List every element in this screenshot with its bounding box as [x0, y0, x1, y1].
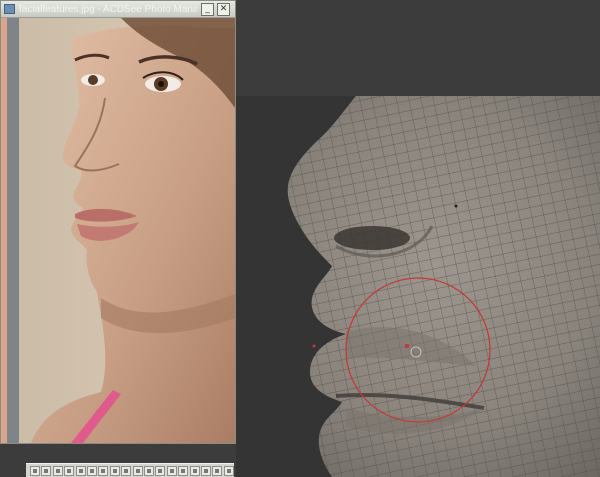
minimize-icon: _ — [205, 4, 210, 14]
tool-1-button[interactable] — [30, 466, 40, 476]
tool-4-button[interactable] — [64, 466, 75, 476]
close-icon: ✕ — [219, 4, 228, 14]
nostril-shadow — [334, 226, 410, 250]
tool-8-button[interactable] — [109, 466, 120, 476]
tool-6-button[interactable] — [87, 466, 97, 476]
tool-5-button[interactable] — [75, 466, 86, 476]
tool-15-button[interactable] — [189, 466, 200, 476]
tool-3-button[interactable] — [52, 466, 63, 476]
tool-11-button[interactable] — [144, 466, 154, 476]
window-title: facialfeatures.jpg - ACDSee Photo Mana..… — [19, 4, 197, 15]
tool-17-button[interactable] — [212, 466, 223, 476]
tool-12-button[interactable] — [155, 466, 166, 476]
app-icon — [4, 4, 15, 14]
tool-9-button[interactable] — [121, 466, 132, 476]
3d-mesh-viewport[interactable] — [236, 96, 600, 477]
tool-14-button[interactable] — [178, 466, 189, 476]
vertex-marker — [454, 204, 458, 208]
minimize-button[interactable]: _ — [201, 3, 214, 16]
window-titlebar[interactable]: facialfeatures.jpg - ACDSee Photo Mana..… — [1, 1, 235, 18]
reference-photo — [1, 18, 235, 443]
bottom-toolbar — [26, 463, 234, 477]
tool-18-button[interactable] — [223, 466, 234, 476]
edge-marker — [312, 344, 316, 348]
tool-2-button[interactable] — [41, 466, 52, 476]
photo-left-strip — [1, 18, 7, 443]
tool-10-button[interactable] — [132, 466, 143, 476]
photo-frame-border — [7, 18, 19, 443]
reference-image-window[interactable]: facialfeatures.jpg - ACDSee Photo Mana..… — [0, 0, 236, 444]
close-button[interactable]: ✕ — [217, 3, 230, 16]
tool-13-button[interactable] — [166, 466, 177, 476]
tool-7-button[interactable] — [98, 466, 109, 476]
tool-16-button[interactable] — [201, 466, 211, 476]
mesh-surface — [287, 96, 600, 477]
brush-center-point — [405, 344, 409, 348]
